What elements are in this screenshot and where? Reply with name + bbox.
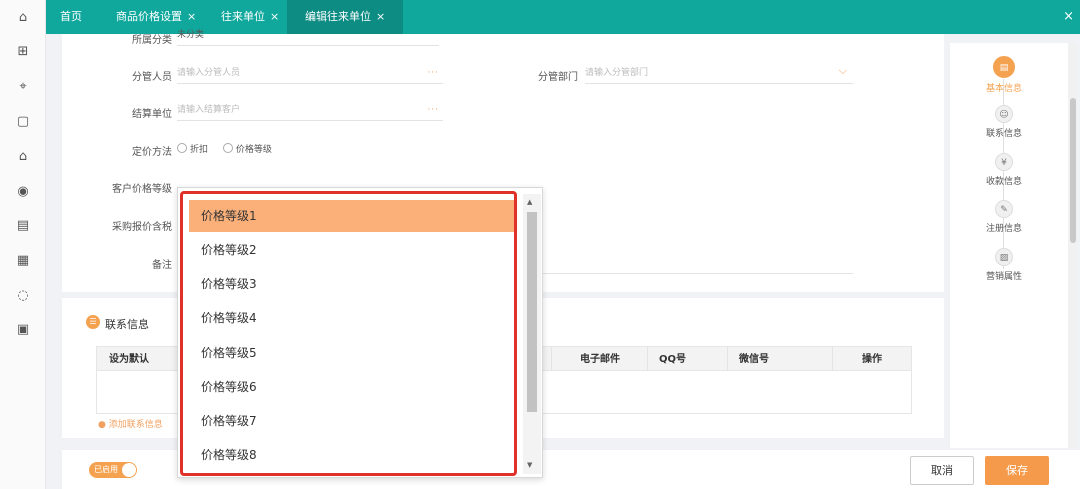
- option-price-level-3[interactable]: 价格等级3: [189, 268, 515, 300]
- col-action: 操作: [862, 354, 882, 365]
- gift-icon[interactable]: ⊞: [15, 44, 31, 60]
- scroll-thumb[interactable]: [1070, 98, 1076, 243]
- scroll-down-icon[interactable]: ▼: [527, 461, 532, 469]
- nav-register-info[interactable]: ✎ 注册信息: [950, 200, 1058, 234]
- purchase-tax-label: 采购报价含税: [112, 222, 172, 233]
- edit-icon: ✎: [995, 200, 1013, 218]
- store-icon[interactable]: ⌖: [15, 79, 31, 95]
- category-label: 所属分类: [132, 35, 172, 46]
- scroll-up-icon[interactable]: ▲: [527, 198, 532, 206]
- warehouse-icon[interactable]: ⌂: [15, 149, 31, 165]
- option-price-level-7[interactable]: 价格等级7: [189, 405, 515, 437]
- close-icon[interactable]: ×: [376, 10, 385, 23]
- contact-icon: ☺: [995, 105, 1013, 123]
- radio-icon: [177, 143, 187, 153]
- payment-icon: ¥: [995, 153, 1013, 171]
- divider: [551, 347, 552, 372]
- bag-icon[interactable]: ▢: [15, 114, 31, 130]
- pricing-radio-group: 折扣 价格等级: [177, 142, 272, 155]
- save-button[interactable]: 保存: [985, 456, 1049, 485]
- radio-price-level[interactable]: 价格等级: [222, 143, 272, 155]
- tab-home[interactable]: 首页: [60, 0, 82, 34]
- contact-icon: ☰: [86, 315, 100, 329]
- section-nav: ▤ 基本信息 ☺ 联系信息 ¥ 收款信息 ✎ 注册信息 ▨ 营销属性: [950, 43, 1068, 448]
- toggle-knob: [122, 463, 136, 477]
- enabled-toggle[interactable]: 已启用: [89, 462, 137, 478]
- category-select[interactable]: 未分类: [177, 26, 439, 46]
- add-contact-link[interactable]: ● 添加联系信息: [98, 417, 163, 430]
- radio-discount[interactable]: 折扣: [177, 143, 208, 155]
- settle-label: 结算单位: [132, 109, 172, 120]
- nav-contact-info[interactable]: ☺ 联系信息: [950, 105, 1058, 139]
- page-scrollbar[interactable]: [1069, 43, 1077, 448]
- option-price-level-2[interactable]: 价格等级2: [189, 234, 515, 266]
- dropdown-scroll-thumb[interactable]: [527, 212, 537, 412]
- close-all-icon[interactable]: ×: [1063, 0, 1074, 34]
- col-email: 电子邮件: [580, 354, 620, 365]
- department-select[interactable]: 请输入分管部门 ⌵: [585, 64, 853, 84]
- nav-basic-info[interactable]: ▤ 基本信息: [950, 56, 1058, 94]
- department-label: 分管部门: [538, 72, 578, 83]
- plus-icon: ●: [98, 420, 106, 430]
- close-icon[interactable]: ×: [270, 10, 279, 23]
- divider: [647, 347, 648, 372]
- pricing-label: 定价方法: [132, 147, 172, 158]
- clipboard-icon[interactable]: ▤: [15, 218, 31, 234]
- document-icon: ▤: [993, 56, 1015, 78]
- nav-payment-info[interactable]: ¥ 收款信息: [950, 153, 1058, 187]
- col-wechat: 微信号: [739, 354, 769, 365]
- close-icon[interactable]: ×: [187, 10, 196, 23]
- left-sidebar: ⌂ ⊞ ⌖ ▢ ⌂ ◉ ▤ ▦ ◌ ▣: [0, 0, 46, 489]
- chevron-down-icon: ⌵: [838, 64, 847, 77]
- manager-input[interactable]: 请输入分管人员 ···: [177, 64, 443, 84]
- money-icon[interactable]: ◉: [15, 184, 31, 200]
- remark-label: 备注: [152, 260, 172, 271]
- divider: [727, 347, 728, 372]
- col-qq: QQ号: [659, 354, 687, 365]
- option-price-level-4[interactable]: 价格等级4: [189, 302, 515, 334]
- option-price-level-1[interactable]: 价格等级1: [189, 200, 515, 232]
- price-level-dropdown: 价格等级1 价格等级2 价格等级3 价格等级4 价格等级5 价格等级6 价格等级…: [177, 187, 543, 478]
- chart-icon: ▨: [995, 248, 1013, 266]
- radio-icon: [222, 143, 233, 153]
- dropdown-scrollbar[interactable]: ▲ ▼: [523, 194, 541, 474]
- contact-title: 联系信息: [105, 318, 149, 331]
- option-price-level-5[interactable]: 价格等级5: [189, 337, 515, 369]
- price-level-label: 客户价格等级: [112, 184, 172, 195]
- more-icon[interactable]: ···: [427, 101, 439, 119]
- nav-marketing[interactable]: ▨ 营销属性: [950, 248, 1058, 282]
- divider: [832, 347, 833, 372]
- manager-label: 分管人员: [132, 72, 172, 83]
- col-default: 设为默认: [109, 354, 149, 365]
- loading-icon[interactable]: ◌: [15, 288, 31, 304]
- home-icon[interactable]: ⌂: [15, 10, 31, 26]
- settle-input[interactable]: 请输入结算客户 ···: [177, 101, 443, 121]
- cancel-button[interactable]: 取消: [910, 456, 974, 485]
- report-icon[interactable]: ▦: [15, 253, 31, 269]
- app-root: ⌂ ⊞ ⌖ ▢ ⌂ ◉ ▤ ▦ ◌ ▣ 首页 商品价格设置 × 往来单位 × 编辑往…: [0, 0, 1080, 489]
- settings-icon[interactable]: ▣: [15, 322, 31, 338]
- more-icon[interactable]: ···: [427, 64, 439, 82]
- option-price-level-8[interactable]: 价格等级8: [189, 439, 515, 471]
- option-price-level-6[interactable]: 价格等级6: [189, 371, 515, 403]
